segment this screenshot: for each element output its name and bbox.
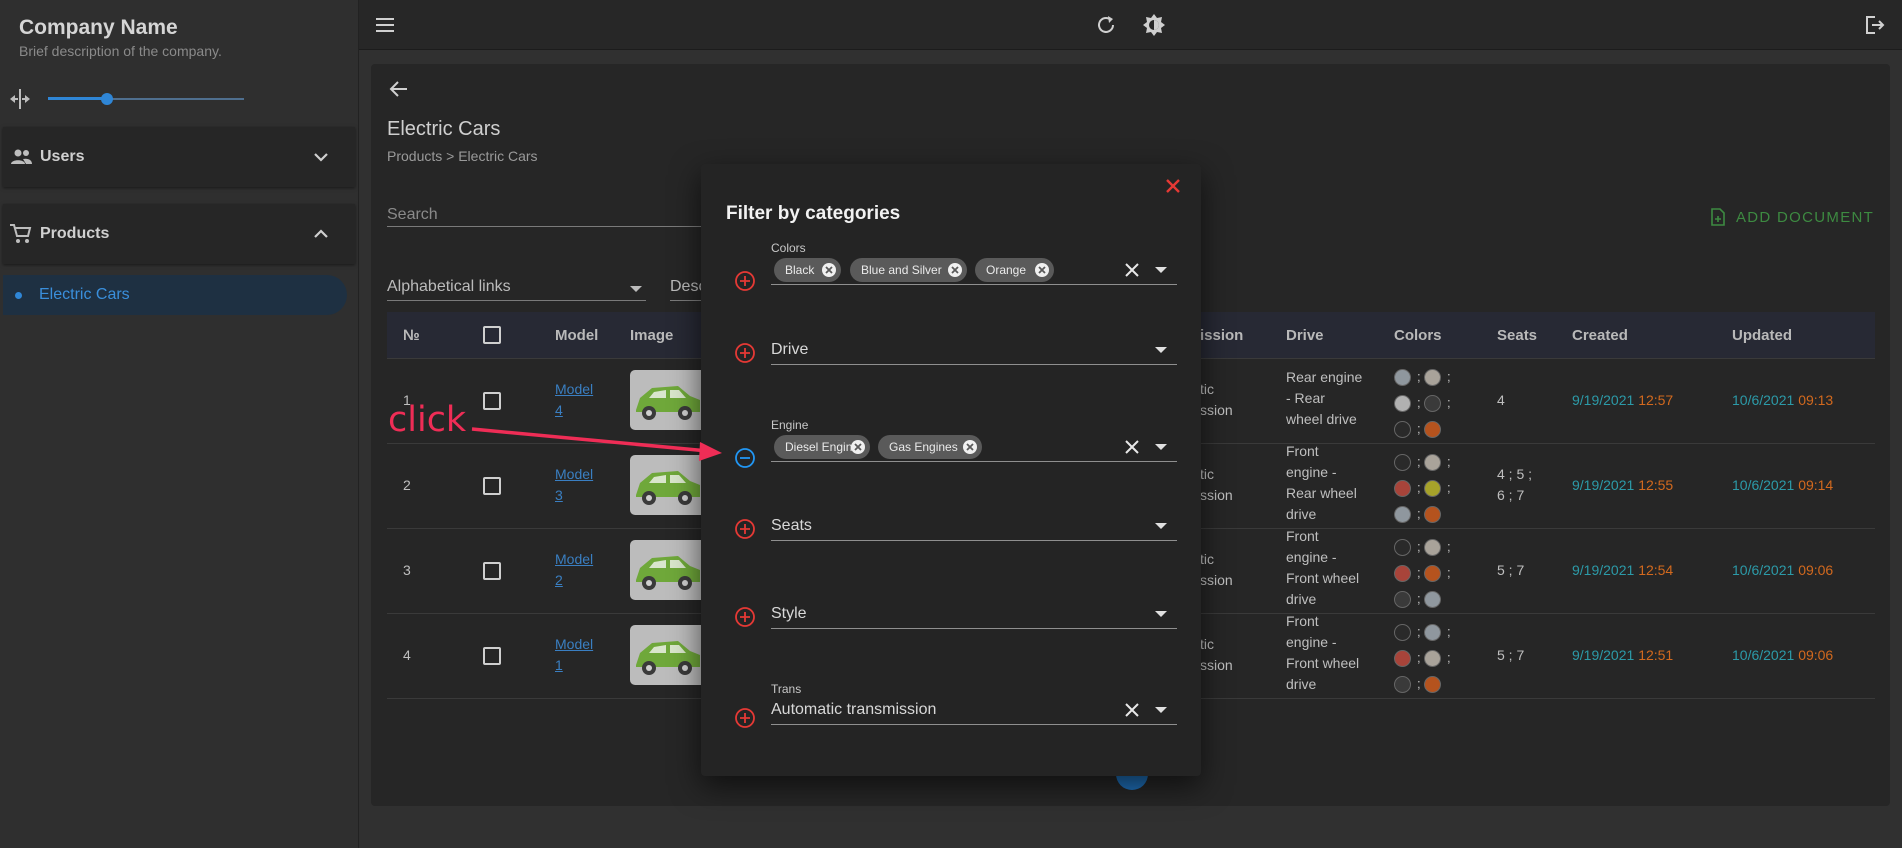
annotation-arrow-icon <box>471 427 722 461</box>
